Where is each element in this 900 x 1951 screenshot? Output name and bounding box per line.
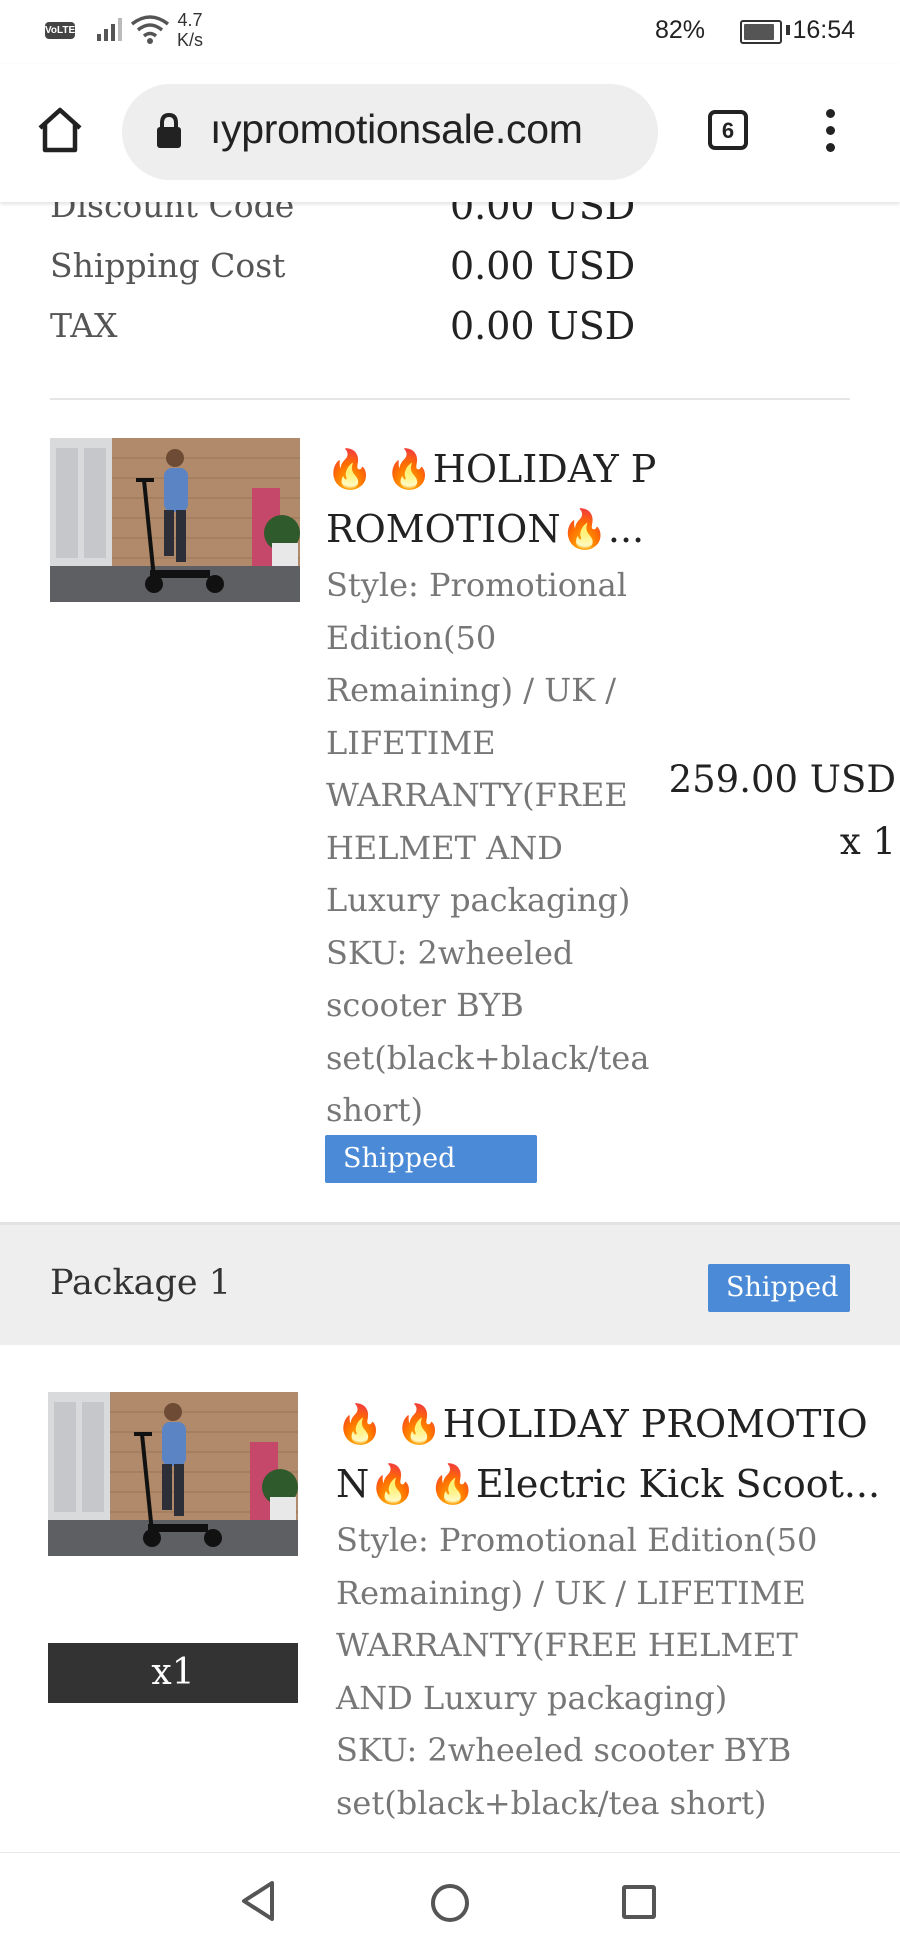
desc-line: AND Luxury packaging) [336, 1678, 728, 1717]
summary-label-discount: Discount Code [50, 202, 295, 225]
summary-label-tax: TAX [50, 306, 118, 345]
signal-icon [97, 18, 122, 41]
url-text[interactable]: ıypromotionsale.com [210, 106, 583, 153]
home-icon[interactable] [34, 104, 86, 156]
quantity-label: x1 [48, 1643, 298, 1703]
desc-line: LIFETIME [326, 723, 496, 762]
product-title-line[interactable]: ROMOTION🔥... [326, 499, 644, 559]
product-image[interactable] [48, 1392, 298, 1556]
battery-percent: 82% [654, 16, 705, 44]
desc-line: Remaining) / UK / LIFETIME [336, 1573, 806, 1612]
divider [50, 398, 850, 400]
product-description: Style: Promotional Edition(50 Remaining)… [336, 1514, 817, 1829]
desc-line: Luxury packaging) [326, 881, 631, 919]
desc-line: scooter BYB [326, 986, 524, 1024]
summary-value-tax: 0.00 USD [450, 304, 636, 348]
overflow-menu-icon[interactable] [820, 109, 840, 159]
item-price: 259.00 USD [668, 758, 896, 801]
lock-icon [157, 112, 181, 148]
back-icon[interactable] [238, 1879, 278, 1923]
summary-value-discount: 0.00 USD [450, 202, 636, 228]
summary-value-shipping: 0.00 USD [450, 244, 636, 288]
browser-toolbar: ıypromotionsale.com 6 [0, 64, 900, 202]
desc-line: SKU: 2wheeled scooter BYB [336, 1731, 792, 1769]
desc-line: WARRANTY(FREE [326, 776, 628, 814]
home-nav-icon[interactable] [430, 1883, 470, 1923]
desc-line: Style: Promotional [326, 566, 627, 604]
desc-line: WARRANTY(FREE HELMET [336, 1626, 798, 1664]
network-speed: 4.7 K/s [177, 10, 203, 50]
address-bar[interactable]: ıypromotionsale.com [122, 84, 658, 180]
desc-line: set(black+black/tea short) [336, 1783, 767, 1822]
status-badge: Shipped [325, 1135, 537, 1183]
recent-apps-icon[interactable] [622, 1885, 656, 1919]
package-title: Package 1 [50, 1263, 232, 1303]
wifi-icon [130, 15, 170, 44]
desc-line: short) [326, 1091, 423, 1129]
desc-line: Edition(50 [326, 618, 497, 657]
network-speed-unit: K/s [177, 30, 204, 50]
package-status-badge: Shipped [708, 1264, 850, 1312]
network-speed-value: 4.7 [177, 10, 203, 30]
tab-switcher-button[interactable]: 6 [708, 110, 748, 150]
order-details: Discount Code 0.00 USD Shipping Cost 0.0… [0, 202, 900, 1852]
package-header: Package 1 Shipped [0, 1222, 900, 1345]
product-image[interactable] [50, 438, 300, 602]
desc-line: HELMET AND [326, 828, 563, 867]
system-navigation-bar [0, 1852, 900, 1951]
desc-line: Style: Promotional Edition(50 [336, 1521, 818, 1559]
product-title-line[interactable]: 🔥 🔥HOLIDAY P [326, 439, 656, 499]
status-bar: VoLTE 4.7 K/s 82% 16:54 [0, 0, 900, 64]
item-quantity: x 1 [839, 820, 896, 863]
product-description: Style: Promotional Edition(50 Remaining)… [326, 559, 649, 1137]
desc-line: set(black+black/tea [326, 1038, 650, 1077]
desc-line: Remaining) / UK / [326, 671, 617, 709]
product-title-line[interactable]: N🔥 🔥Electric Kick Scoot... [336, 1454, 880, 1514]
clock: 16:54 [792, 16, 855, 44]
volte-icon: VoLTE [45, 22, 75, 39]
battery-tip [786, 25, 790, 35]
battery-icon [740, 20, 782, 44]
product-title-line[interactable]: 🔥 🔥HOLIDAY PROMOTIO [336, 1394, 868, 1454]
desc-line: SKU: 2wheeled [326, 933, 574, 972]
summary-label-shipping: Shipping Cost [50, 246, 286, 285]
